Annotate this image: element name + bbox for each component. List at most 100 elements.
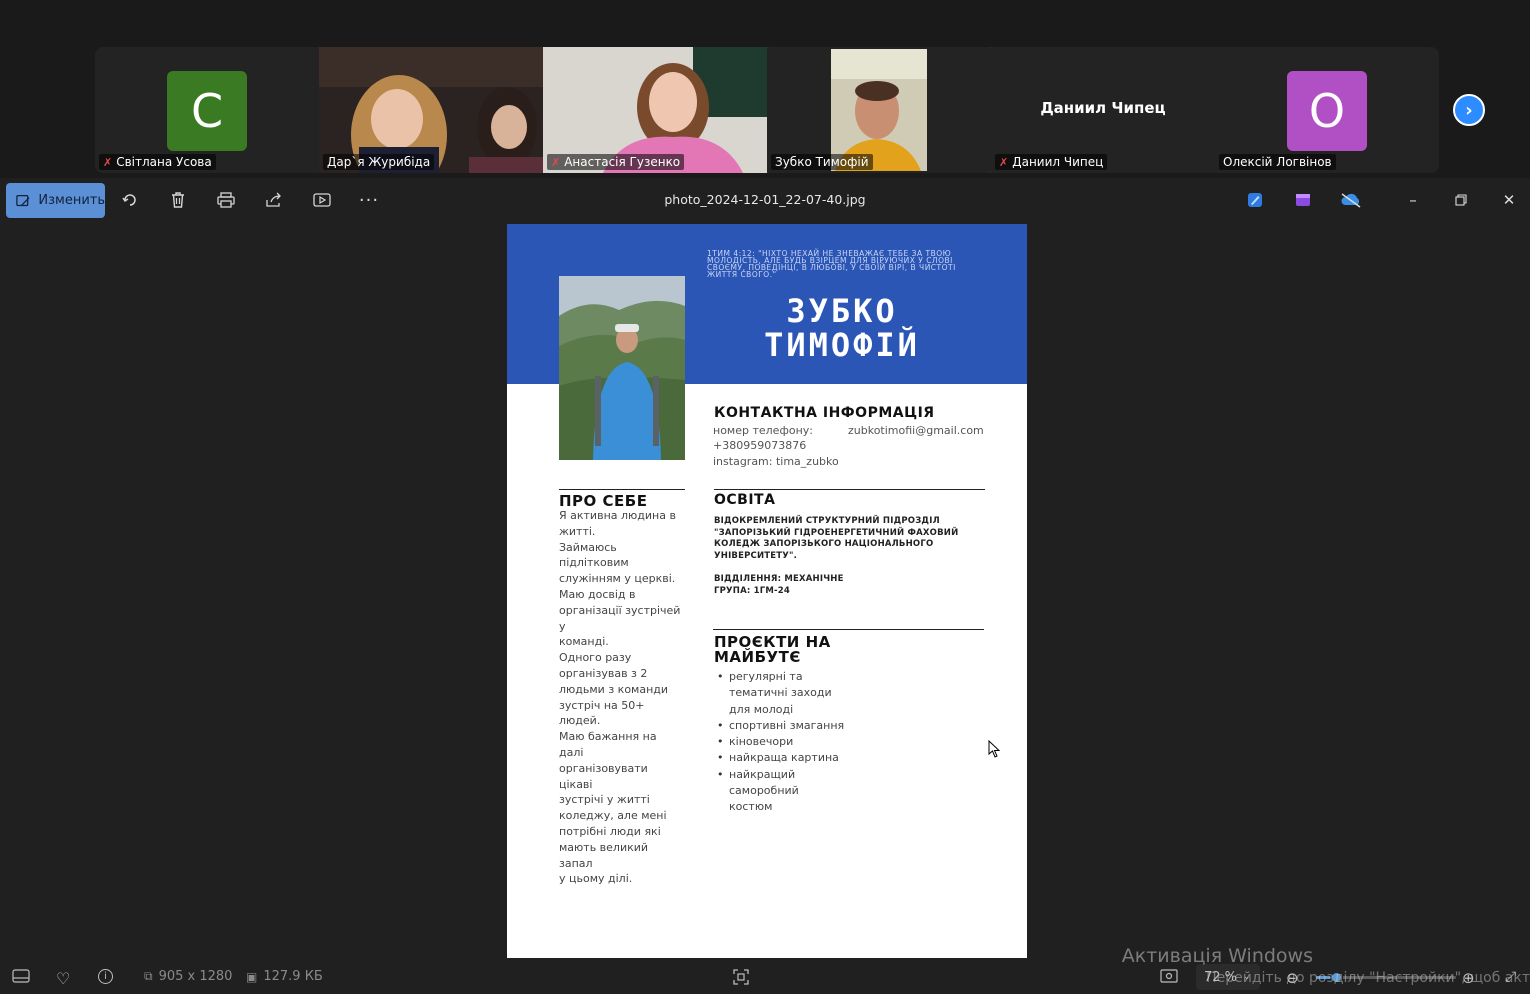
- about-line: Одного разу: [559, 651, 632, 665]
- participant-name: ✗ Анастасія Гузенко: [547, 154, 685, 170]
- group-text: ГРУПА: 1ГМ-24: [714, 586, 790, 596]
- edit-with-app-button[interactable]: [1240, 186, 1270, 214]
- filmstrip-icon: [12, 969, 30, 983]
- project-item-line: регулярні та: [729, 670, 803, 683]
- mic-muted-icon: ✗: [999, 155, 1009, 169]
- about-line: команді.: [559, 635, 609, 649]
- project-item-line: для молоді: [729, 702, 794, 716]
- project-item: спортивні змагання: [717, 718, 859, 735]
- windows-activation-watermark: Активація Windows: [1121, 945, 1313, 967]
- participant-tiles: C ✗ Світлана Усова Дар`я Журибіда ✗ Анас…: [95, 47, 1439, 173]
- divider: [714, 489, 985, 490]
- about-line: потрібні люди які: [559, 824, 661, 838]
- restore-icon: [1455, 194, 1467, 206]
- participant-display-name: Даниил Чипец: [1040, 99, 1166, 117]
- projects-section-title: ПРОЄКТИ НА МАЙБУТЄ: [714, 635, 831, 665]
- phone-value: +380959073876: [713, 439, 807, 452]
- participant-tile-3[interactable]: ✗ Анастасія Гузенко: [543, 47, 767, 173]
- about-text: Я активна людина в житті. Займаюсь підлітко…: [559, 508, 681, 887]
- project-item: кіновечори: [717, 734, 859, 751]
- paint-app-icon: [1248, 193, 1262, 207]
- education-line: КОЛЕДЖ ЗАПОРІЗЬКОГО НАЦІОНАЛЬНОГО: [714, 539, 934, 549]
- instagram-value: instagram: tima_zubko: [713, 455, 839, 468]
- project-item: найкращий саморобний костюм: [717, 767, 859, 816]
- divider: [559, 489, 685, 490]
- file-size: ▣ 127.9 КБ: [246, 969, 323, 984]
- about-line: мають великий запал: [559, 840, 649, 870]
- about-line: коледжу, але мені: [559, 809, 667, 823]
- education-text: ВІДОКРЕМЛЕНИЙ СТРУКТУРНИЙ ПІДРОЗДІЛ "ЗАПО…: [714, 516, 984, 562]
- education-line: УНІВЕРСИТЕТУ".: [714, 550, 798, 561]
- participant-name-text: Дар`я Журибіда: [327, 155, 431, 169]
- minimize-button[interactable]: –: [1395, 186, 1431, 214]
- dimensions-text: 905 x 1280: [158, 969, 233, 984]
- education-line: ВІДОКРЕМЛЕНИЙ СТРУКТУРНИЙ ПІДРОЗДІЛ: [714, 516, 940, 526]
- about-line: житті.: [559, 524, 596, 538]
- mic-muted-icon: ✗: [551, 155, 561, 169]
- participant-tile-2[interactable]: Дар`я Журибіда: [319, 47, 543, 173]
- about-line: Маю досвід в: [559, 587, 636, 601]
- filmstrip-button[interactable]: [12, 969, 30, 983]
- participant-name: ✗ Даниил Чипец: [995, 154, 1108, 170]
- maximize-button[interactable]: [1443, 186, 1479, 214]
- participant-name: Олексій Логвінов: [1219, 154, 1336, 170]
- avatar-initial: C: [190, 84, 224, 138]
- participant-name-text: Даниил Чипец: [1012, 155, 1104, 169]
- participant-tile-1[interactable]: C ✗ Світлана Усова: [95, 47, 319, 173]
- cv-full-name: ЗУБКО ТИМОФІЙ: [707, 294, 977, 362]
- info-button[interactable]: i: [98, 969, 113, 984]
- project-item-line: саморобний: [729, 784, 799, 798]
- fit-to-window-button[interactable]: [733, 969, 749, 985]
- project-item: найкраща картина: [717, 750, 859, 767]
- about-line: зустріч на 50+ людей.: [559, 698, 645, 728]
- project-item-line: спортивні змагання: [729, 718, 845, 732]
- contact-section-title: КОНТАКТНА ІНФОРМАЦІЯ: [714, 405, 935, 421]
- minimize-icon: –: [1409, 191, 1417, 209]
- cv-quote: 1ТИМ 4:12: "Ніхто нехай не зневажає тебе…: [707, 249, 956, 279]
- cv-portrait-photo: [559, 276, 685, 460]
- department-text: ВІДДІЛЕННЯ: МЕХАНІЧНЕ: [714, 574, 844, 584]
- disk-icon: ▣: [246, 969, 258, 984]
- clipchamp-button[interactable]: [1288, 186, 1318, 214]
- education-section-title: ОСВІТА: [714, 492, 776, 508]
- cv-first-name: ТИМОФІЙ: [764, 326, 920, 364]
- cv-document: 1ТИМ 4:12: "Ніхто нехай не зневажає тебе…: [507, 224, 1027, 958]
- cv-surname: ЗУБКО: [786, 292, 898, 330]
- divider: [713, 629, 984, 630]
- dimensions-icon: ⧉: [144, 969, 153, 983]
- about-line: організовувати цікаві: [559, 761, 648, 791]
- windows-activation-hint: Перейдіть до розділу "Настройки", щоб ак…: [1206, 970, 1530, 986]
- about-line: Маю бажання на далі: [559, 730, 657, 759]
- about-line: у цьому ділі.: [559, 872, 633, 886]
- project-item-line: кіновечори: [729, 735, 794, 749]
- participant-name-text: Зубко Тимофій: [775, 155, 869, 169]
- participant-name-text: Олексій Логвінов: [1223, 155, 1332, 169]
- participant-name: Зубко Тимофій: [771, 154, 873, 170]
- participant-name-text: Світлана Усова: [116, 155, 212, 169]
- file-size-text: 127.9 КБ: [263, 969, 323, 984]
- video-editor-icon: [1296, 194, 1310, 206]
- chevron-right-icon: ›: [1465, 99, 1473, 121]
- heart-icon: ♡: [56, 969, 71, 988]
- participant-tile-6[interactable]: О Олексій Логвінов: [1215, 47, 1439, 173]
- project-item-line: тематичні заходи: [729, 686, 832, 700]
- projects-title-line-2: МАЙБУТЄ: [714, 648, 801, 666]
- actual-size-icon: [1160, 969, 1178, 983]
- about-line: служінням у церкві.: [559, 572, 676, 586]
- viewer-toolbar: Изменить ··· photo_2024-12-01_22-07-40.j…: [0, 178, 1530, 222]
- participant-name: Дар`я Журибіда: [323, 154, 435, 170]
- actual-size-button[interactable]: [1160, 969, 1178, 983]
- next-page-button[interactable]: ›: [1453, 94, 1485, 126]
- participant-name-text: Анастасія Гузенко: [564, 155, 681, 169]
- favorite-button[interactable]: ♡: [56, 969, 70, 988]
- project-item-line: костюм: [729, 800, 773, 814]
- close-button[interactable]: ✕: [1491, 186, 1527, 214]
- about-line: Займаюсь: [559, 540, 617, 554]
- participant-tile-5[interactable]: Даниил Чипец ✗ Даниил Чипец: [991, 47, 1215, 173]
- fit-screen-icon: [733, 969, 749, 985]
- onedrive-button[interactable]: [1336, 186, 1366, 214]
- close-icon: ✕: [1502, 191, 1516, 209]
- about-line: підлітковим: [559, 556, 629, 570]
- avatar: О: [1287, 71, 1367, 151]
- participant-tile-4[interactable]: Зубко Тимофій: [767, 47, 991, 173]
